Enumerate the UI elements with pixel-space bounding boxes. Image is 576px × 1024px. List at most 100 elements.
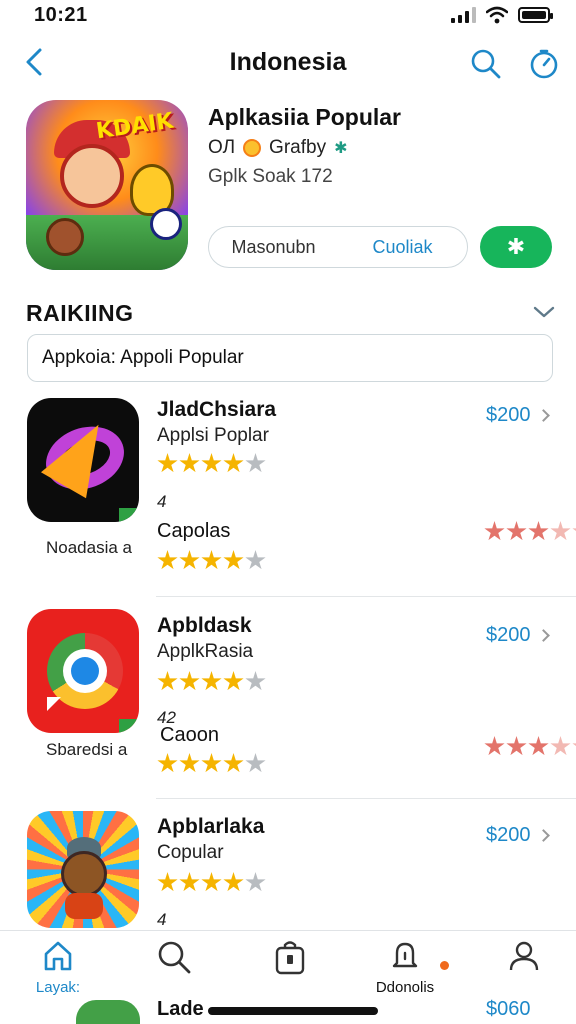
signal-icon <box>451 7 476 23</box>
star-filled-icon <box>201 550 222 570</box>
bell-icon <box>392 942 418 968</box>
star-filled-icon <box>157 453 178 473</box>
star-filled-icon <box>201 453 222 473</box>
user-icon <box>509 941 539 971</box>
star-filled-icon <box>506 736 527 756</box>
search-icon <box>471 49 501 79</box>
secondary-rating-stars <box>484 521 576 542</box>
star-filled-icon <box>201 671 222 691</box>
app-title[interactable]: Lade <box>157 998 204 1021</box>
ranking-filter-field[interactable]: Appkoia: Appoli Popular <box>27 334 553 382</box>
app-title[interactable]: Apblarlaka <box>157 815 264 839</box>
search-button[interactable] <box>466 44 506 84</box>
star-empty-icon <box>550 736 571 756</box>
ranking-heading: RAIKIING <box>26 300 134 326</box>
chevron-down-icon <box>533 306 555 318</box>
featured-right-button[interactable]: Cuoliak <box>338 227 467 267</box>
secondary-rating-stars <box>484 736 576 757</box>
app-secondary-label: Caoon <box>160 724 219 746</box>
app-subtitle: Applsi Poplar <box>157 425 269 446</box>
star-filled-icon <box>528 521 549 541</box>
timer-icon <box>530 49 558 79</box>
rating-stars <box>157 453 266 474</box>
star-filled-icon <box>506 521 527 541</box>
price-button[interactable]: $200 <box>486 404 550 427</box>
battery-icon <box>518 7 553 23</box>
star-filled-icon <box>179 753 200 773</box>
featured-left-button[interactable]: Masonubn <box>209 227 338 267</box>
wifi-icon <box>486 6 508 24</box>
star-filled-icon <box>157 671 178 691</box>
rank-number: 4 <box>157 910 167 929</box>
featured-subtitle: Gplk Soak 172 <box>208 166 333 187</box>
star-filled-icon <box>223 550 244 570</box>
timer-button[interactable] <box>524 44 564 84</box>
coin-icon <box>243 139 262 157</box>
secondary-rating-stars <box>157 753 266 774</box>
star-filled-icon <box>484 736 505 756</box>
star-empty-icon <box>245 550 266 570</box>
featured-get-button[interactable]: ✱ <box>480 226 552 268</box>
star-filled-icon <box>201 753 222 773</box>
top-nav: Indonesia <box>0 38 576 88</box>
star-filled-icon <box>157 550 178 570</box>
price-label: $200 <box>486 824 531 846</box>
price-button[interactable]: $060 <box>486 998 531 1021</box>
app-icon-1[interactable] <box>27 398 139 522</box>
back-button[interactable] <box>16 44 52 80</box>
rating-stars <box>157 872 266 893</box>
status-time: 10:21 <box>34 4 88 26</box>
status-icons <box>451 6 553 24</box>
shopping-bag-icon <box>275 941 305 975</box>
chevron-right-icon <box>536 629 550 642</box>
star-filled-icon <box>484 521 505 541</box>
star-filled-icon <box>179 453 200 473</box>
sparkle-icon: ✱ <box>506 234 526 259</box>
star-filled-icon <box>223 872 244 892</box>
chevron-right-icon <box>536 829 550 842</box>
gear-icon: ✱ <box>334 140 348 157</box>
star-filled-icon <box>179 671 200 691</box>
star-filled-icon <box>157 872 178 892</box>
price-label: $200 <box>486 404 531 426</box>
search-icon <box>158 941 191 974</box>
star-filled-icon <box>157 753 178 773</box>
divider <box>156 798 576 799</box>
price-button[interactable]: $200 <box>486 824 550 847</box>
tab-notifications-label: Ddonolis <box>375 979 435 996</box>
app-title[interactable]: JladChsiara <box>157 398 276 422</box>
star-filled-icon <box>528 736 549 756</box>
home-icon <box>44 941 72 971</box>
app-caption: Sbaredsi a <box>46 740 128 759</box>
notification-dot <box>440 961 449 970</box>
home-indicator[interactable] <box>208 1007 378 1015</box>
app-icon-peek[interactable] <box>76 1000 140 1024</box>
star-empty-icon <box>550 521 571 541</box>
star-empty-icon <box>572 736 576 756</box>
star-empty-icon <box>245 671 266 691</box>
price-label: $060 <box>486 998 531 1020</box>
price-label: $200 <box>486 624 531 646</box>
tab-home-label: Layak: <box>35 979 81 996</box>
app-subtitle: ApplkRasia <box>157 641 254 662</box>
app-secondary-label: Capolas <box>157 520 231 542</box>
featured-meta: ОЛ Grafby ✱ <box>208 137 347 159</box>
app-caption: Noadasia a <box>46 538 133 557</box>
star-empty-icon <box>245 753 266 773</box>
star-filled-icon <box>223 753 244 773</box>
app-icon-3[interactable] <box>27 811 139 928</box>
app-icon-2[interactable] <box>27 609 139 733</box>
rank-number: 4 <box>157 492 167 511</box>
price-button[interactable]: $200 <box>486 624 550 647</box>
featured-title: Aplkasiia Popular <box>208 104 402 130</box>
featured-segmented-control: Masonubn Cuoliak <box>208 226 468 268</box>
featured-meta-right: Grafby <box>269 137 327 158</box>
featured-app-icon[interactable]: KDAIK <box>26 100 188 270</box>
ranking-expand-button[interactable] <box>528 298 560 326</box>
star-filled-icon <box>223 453 244 473</box>
chevron-right-icon <box>536 409 550 422</box>
star-filled-icon <box>179 550 200 570</box>
star-filled-icon <box>201 872 222 892</box>
app-title[interactable]: Apbldask <box>157 614 252 638</box>
app-subtitle: Copular <box>157 842 224 863</box>
